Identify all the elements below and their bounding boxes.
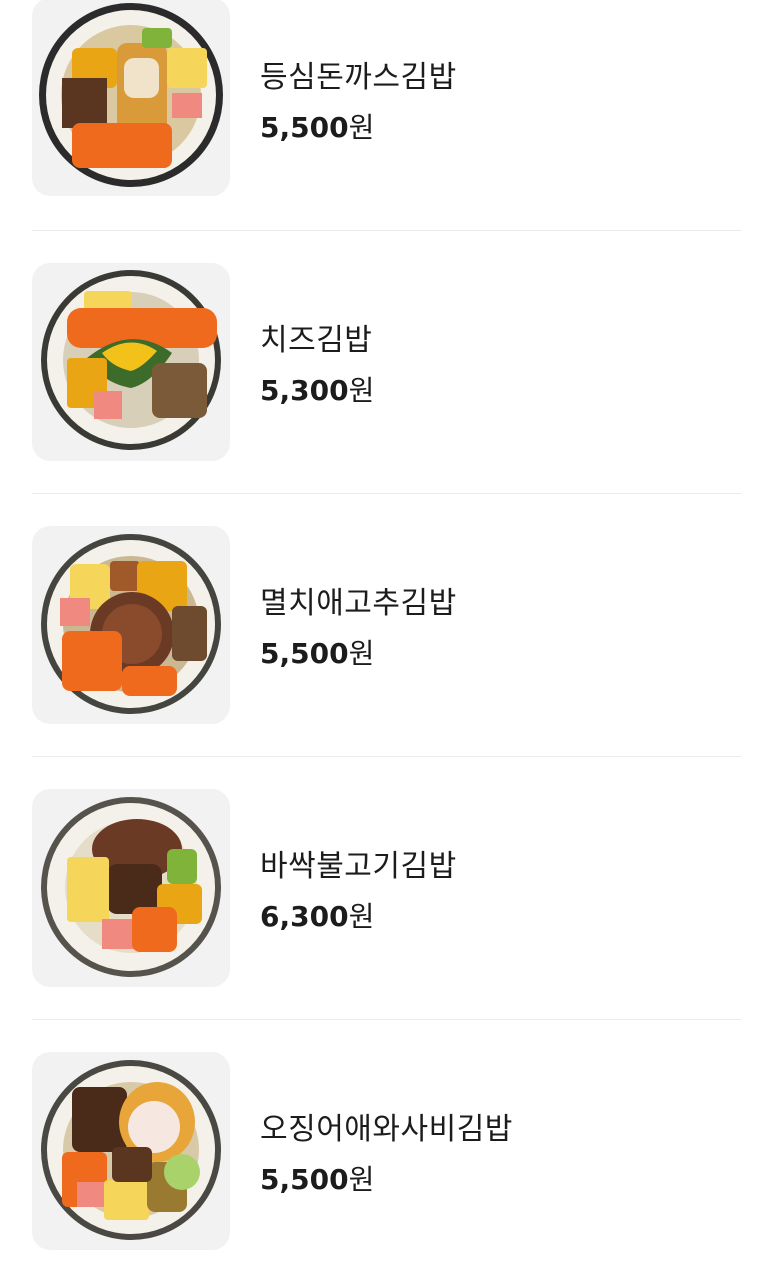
squid-wasabi-kimbap-image	[41, 1060, 221, 1240]
price-value: 5,500	[260, 1163, 349, 1196]
menu-item-tonkatsu-kimbap[interactable]: 등심돈까스김밥 5,500원	[0, 0, 773, 263]
item-name: 멸치애고추김밥	[260, 586, 457, 621]
divider	[32, 493, 741, 494]
item-name: 등심돈까스김밥	[260, 60, 457, 95]
kimbap-photo	[32, 526, 230, 724]
price-unit: 원	[348, 900, 375, 933]
price-value: 5,500	[260, 111, 349, 144]
price-value: 5,500	[260, 637, 349, 670]
bulgogi-kimbap-image	[41, 797, 221, 977]
item-name: 치즈김밥	[260, 323, 373, 358]
kimbap-photo	[32, 263, 230, 461]
item-price: 5,500원	[260, 106, 374, 146]
price-unit: 원	[348, 111, 375, 144]
menu-item-squid-wasabi-kimbap[interactable]: 오징어애와사비김밥 5,500원	[0, 1052, 773, 1266]
price-unit: 원	[348, 374, 375, 407]
item-price: 5,500원	[260, 1158, 374, 1198]
menu-item-cheese-kimbap[interactable]: 치즈김밥 5,300원	[0, 263, 773, 526]
price-value: 6,300	[260, 900, 349, 933]
kimbap-photo	[32, 789, 230, 987]
menu-list: 등심돈까스김밥 5,500원 치즈김밥 5,300원 멸치애고추김밥 5,500…	[0, 0, 773, 1266]
item-price: 5,300원	[260, 369, 374, 409]
menu-item-anchovy-pepper-kimbap[interactable]: 멸치애고추김밥 5,500원	[0, 526, 773, 789]
menu-item-bulgogi-kimbap[interactable]: 바싹불고기김밥 6,300원	[0, 789, 773, 1052]
anchovy-pepper-kimbap-image	[41, 534, 221, 714]
divider	[32, 230, 741, 231]
price-unit: 원	[348, 1163, 375, 1196]
item-name: 오징어애와사비김밥	[260, 1112, 513, 1147]
divider	[32, 1019, 741, 1020]
item-name: 바싹불고기김밥	[260, 849, 457, 884]
kimbap-photo	[32, 0, 230, 196]
cheese-kimbap-image	[41, 270, 221, 450]
tonkatsu-kimbap-image	[39, 3, 223, 187]
price-unit: 원	[348, 637, 375, 670]
kimbap-photo	[32, 1052, 230, 1250]
item-price: 6,300원	[260, 895, 374, 935]
price-value: 5,300	[260, 374, 349, 407]
item-price: 5,500원	[260, 632, 374, 672]
divider	[32, 756, 741, 757]
